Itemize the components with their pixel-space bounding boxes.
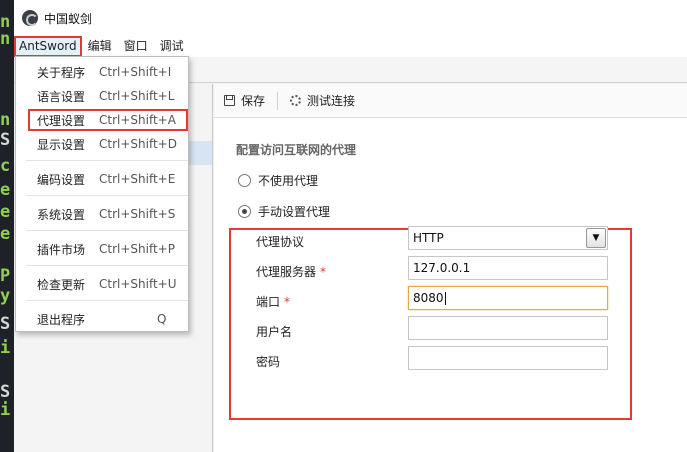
menu-item-label: 代理设置 <box>37 113 86 128</box>
menu-item-shortcut: Ctrl+Shift+I <box>99 65 172 79</box>
server-label-text: 代理服务器 <box>256 265 317 279</box>
no-proxy-label: 不使用代理 <box>258 174 319 188</box>
test-connection-button[interactable]: 测试连接 <box>290 92 355 109</box>
required-marker: * <box>284 295 291 309</box>
menu-antsword[interactable]: AntSword <box>14 36 82 57</box>
background-terminal: n n n S c e e e P y S i S i <box>0 0 14 452</box>
menu-item-language[interactable]: 语言设置 Ctrl+Shift+L <box>16 85 188 107</box>
save-icon <box>224 95 235 106</box>
menu-item-about[interactable]: 关于程序 Ctrl+Shift+I <box>16 61 188 83</box>
protocol-label: 代理协议 <box>256 235 305 249</box>
menu-item-shortcut: Ctrl+Shift+D <box>99 137 177 151</box>
username-input[interactable] <box>408 316 608 340</box>
manual-proxy-radio[interactable] <box>238 205 251 218</box>
port-label: 端口 * <box>256 293 290 310</box>
menu-item-quit[interactable]: 退出程序 Q <box>16 308 188 330</box>
menu-divider <box>26 160 188 161</box>
menu-divider <box>26 230 188 231</box>
menu-item-label: 显示设置 <box>37 137 86 152</box>
menu-divider <box>26 265 188 266</box>
sidebar-selected-item[interactable] <box>188 141 212 165</box>
password-input[interactable] <box>408 346 608 370</box>
proxy-server-input[interactable]: 127.0.0.1 <box>408 256 608 280</box>
spinner-icon <box>290 95 302 106</box>
antsword-logo-icon <box>22 10 38 26</box>
save-label: 保存 <box>241 94 266 108</box>
menu-item-label: 插件市场 <box>37 242 86 257</box>
menu-item-shortcut: Q <box>157 312 167 326</box>
password-label: 密码 <box>256 355 281 369</box>
toolbar: 保存 测试连接 <box>214 84 687 118</box>
menu-bar: AntSword 编辑 窗口 调试 <box>14 36 687 57</box>
antsword-menu-dropdown: 关于程序 Ctrl+Shift+I 语言设置 Ctrl+Shift+L 代理设置… <box>15 56 189 332</box>
protocol-select[interactable]: HTTP ▼ <box>408 226 608 250</box>
port-value: 8080 <box>413 291 444 305</box>
menu-edit[interactable]: 编辑 <box>82 36 118 57</box>
no-proxy-radio[interactable] <box>238 174 251 187</box>
chevron-down-icon[interactable]: ▼ <box>586 228 606 248</box>
protocol-value: HTTP <box>413 231 444 245</box>
proxy-settings-panel: 保存 测试连接 配置访问互联网的代理 不使用代理 手动设置代理 代理协议 HTT… <box>214 84 687 452</box>
manual-proxy-option[interactable]: 手动设置代理 <box>238 203 330 220</box>
server-label: 代理服务器 * <box>256 263 326 280</box>
menu-item-label: 系统设置 <box>37 207 86 222</box>
toolbar-divider <box>277 91 279 110</box>
menu-item-label: 关于程序 <box>37 65 86 80</box>
menu-item-update[interactable]: 检查更新 Ctrl+Shift+U <box>16 273 188 295</box>
menu-item-shortcut: Ctrl+Shift+U <box>99 277 177 291</box>
menu-item-shortcut: Ctrl+Shift+P <box>99 242 175 256</box>
menu-item-encoding[interactable]: 编码设置 Ctrl+Shift+E <box>16 168 188 190</box>
manual-proxy-label: 手动设置代理 <box>258 205 331 219</box>
menu-item-label: 编码设置 <box>37 172 86 187</box>
menu-item-label: 检查更新 <box>37 277 86 292</box>
no-proxy-option[interactable]: 不使用代理 <box>238 172 318 189</box>
menu-divider <box>26 300 188 301</box>
menu-item-shortcut: Ctrl+Shift+E <box>99 172 176 186</box>
text-caret <box>444 292 446 305</box>
username-label: 用户名 <box>256 325 293 339</box>
required-marker: * <box>320 265 327 279</box>
menu-item-proxy[interactable]: 代理设置 Ctrl+Shift+A <box>28 109 188 131</box>
menu-item-shortcut: Ctrl+Shift+S <box>99 207 176 221</box>
menu-item-display[interactable]: 显示设置 Ctrl+Shift+D <box>16 133 188 155</box>
port-input[interactable]: 8080 <box>408 286 608 310</box>
menu-item-shortcut: Ctrl+Shift+L <box>99 89 175 103</box>
section-title: 配置访问互联网的代理 <box>236 143 357 157</box>
save-button[interactable]: 保存 <box>224 92 265 109</box>
port-label-text: 端口 <box>256 295 281 309</box>
title-bar: 中国蚁剑 <box>14 0 687 36</box>
menu-divider <box>26 195 188 196</box>
proxy-server-value: 127.0.0.1 <box>413 261 471 275</box>
menu-window[interactable]: 窗口 <box>118 36 154 57</box>
menu-debug[interactable]: 调试 <box>154 36 190 57</box>
test-connection-label: 测试连接 <box>307 94 356 108</box>
window-title: 中国蚁剑 <box>44 11 93 26</box>
menu-item-plugins[interactable]: 插件市场 Ctrl+Shift+P <box>16 238 188 260</box>
menu-item-label: 退出程序 <box>37 312 86 327</box>
menu-item-label: 语言设置 <box>37 89 86 104</box>
menu-item-system[interactable]: 系统设置 Ctrl+Shift+S <box>16 203 188 225</box>
menu-item-shortcut: Ctrl+Shift+A <box>99 113 176 127</box>
